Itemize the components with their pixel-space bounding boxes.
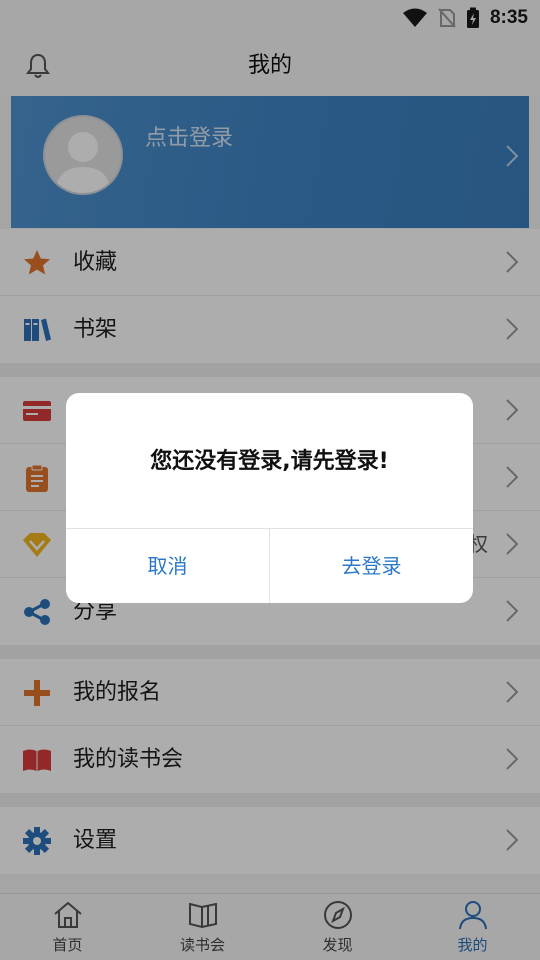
dialog-message: 您还没有登录,请先登录! bbox=[150, 449, 389, 474]
dialog-buttons: 取消 去登录 bbox=[66, 528, 473, 603]
cancel-button[interactable]: 取消 bbox=[66, 529, 270, 603]
login-required-dialog: 您还没有登录,请先登录! 取消 去登录 bbox=[66, 393, 473, 603]
go-login-button[interactable]: 去登录 bbox=[270, 529, 473, 603]
